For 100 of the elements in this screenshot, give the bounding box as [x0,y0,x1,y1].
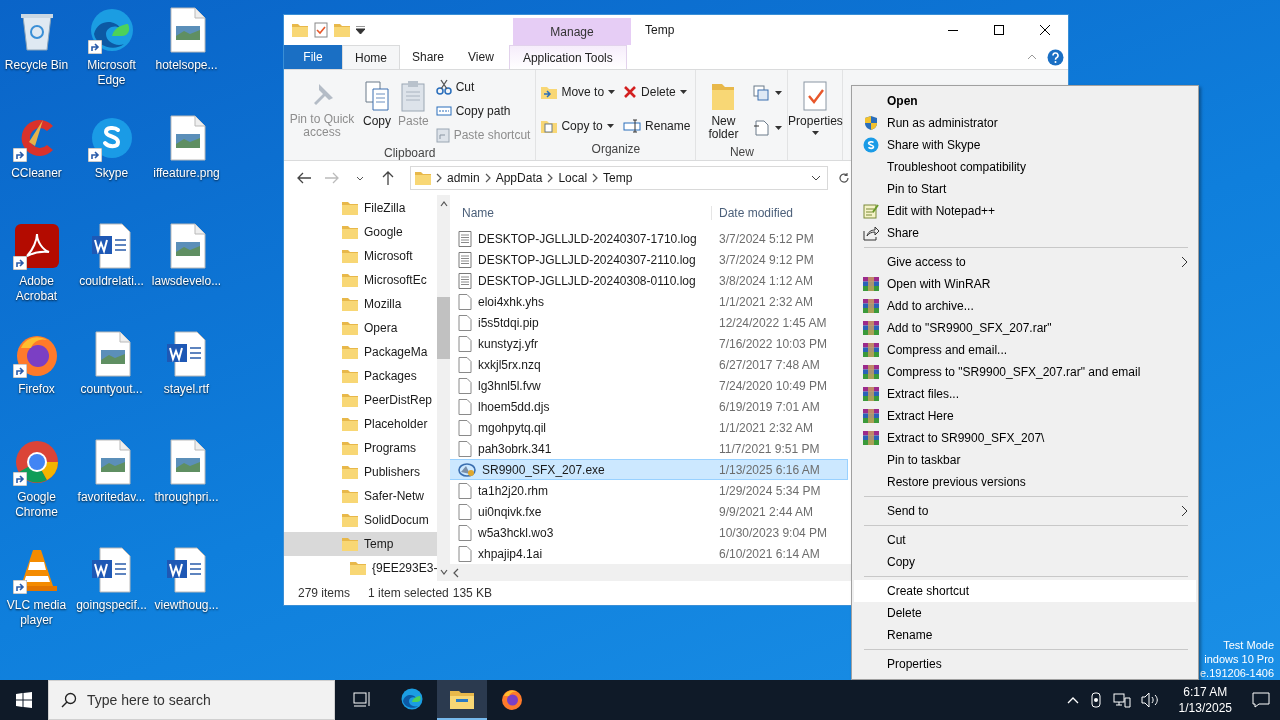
desktop-icon-label[interactable]: stayel.rtf [149,382,224,397]
file-row[interactable]: lg3hnl5l.fvw 7/24/2020 10:49 PM [448,375,848,397]
ribbon-button[interactable]: Copy [360,76,394,132]
nav-item[interactable]: FileZilla [284,196,438,220]
desktop-icon-label[interactable]: Skype [74,166,149,181]
menu-item[interactable]: Copy [854,551,1196,573]
menu-item[interactable]: Rename [854,624,1196,646]
ribbon-tab[interactable]: Home [342,45,400,69]
nav-item[interactable]: Google [284,220,438,244]
menu-item[interactable]: Open [854,90,1196,112]
desktop-icon-label[interactable]: Google Chrome [0,490,74,520]
breadcrumb[interactable]: admin [443,171,484,185]
ribbon-tab[interactable]: File [284,45,342,69]
file-row[interactable]: SR9900_SFX_207.exe 1/13/2025 6:16 AM [448,459,848,481]
desktop-icon-label[interactable]: hotelsope... [149,58,224,73]
nav-item[interactable]: Safer-Netw [284,484,438,508]
menu-item[interactable]: Share [854,222,1196,244]
nav-item[interactable]: Microsoft [284,244,438,268]
desktop-icon-label[interactable]: countyout... [74,382,149,397]
menu-item[interactable]: Restore previous versions [854,471,1196,493]
nav-item[interactable]: {9EE293E3- [284,556,438,580]
menu-item[interactable]: Troubleshoot compatibility [854,156,1196,178]
ribbon-button[interactable]: Copy path [432,100,534,122]
menu-item[interactable]: Open with WinRAR [854,273,1196,295]
status-item-count: 279 items [298,586,351,600]
menu-item[interactable]: Add to archive... [854,295,1196,317]
nav-item[interactable]: Placeholder [284,412,438,436]
nav-item[interactable]: PeerDistRep [284,388,438,412]
desktop-icon-label[interactable]: Firefox [0,382,74,397]
desktop-icon-label[interactable]: Recycle Bin [0,58,74,73]
file-row[interactable]: w5a3hckl.wo3 10/30/2023 9:04 PM [448,522,848,544]
menu-item[interactable]: Extract files... [854,383,1196,405]
file-row[interactable]: eloi4xhk.yhs 1/1/2021 2:32 AM [448,291,848,313]
menu-item[interactable]: Compress and email... [854,339,1196,361]
menu-item[interactable]: Pin to taskbar [854,449,1196,471]
search-field[interactable]: Type here to search [48,680,335,720]
menu-item[interactable]: Edit with Notepad++ [854,200,1196,222]
desktop-icon-label[interactable]: VLC media player [0,598,74,628]
menu-item[interactable]: Compress to "SR9900_SFX_207.rar" and email [854,361,1196,383]
nav-item[interactable]: SolidDocum [284,508,438,532]
menu-item[interactable]: Create shortcut [854,580,1196,602]
menu-item[interactable]: Add to "SR9900_SFX_207.rar" [854,317,1196,339]
desktop-icon-label[interactable]: favoritedav... [74,490,149,505]
menu-item[interactable]: Extract to SR9900_SFX_207\ [854,427,1196,449]
desktop-icon-label[interactable]: Adobe Acrobat [0,274,74,304]
breadcrumb[interactable]: Temp [599,171,637,185]
menu-item[interactable]: Properties [854,653,1196,675]
menu-item[interactable]: Cut [854,529,1196,551]
nav-item[interactable]: PackageMa [284,340,438,364]
desktop-icon-label[interactable]: CCleaner [0,166,74,181]
ribbon-button[interactable]: Copy to [538,115,619,137]
nav-item[interactable]: Opera [284,316,438,340]
address-bar[interactable]: admin AppData Local Temp [410,166,828,190]
desktop-icon-label[interactable]: lawsdevelo... [149,274,224,289]
menu-item[interactable]: Send to [854,500,1196,522]
file-row[interactable]: xhpajip4.1ai 6/10/2021 6:14 AM [448,543,848,565]
ribbon-button[interactable]: Move to [538,81,619,103]
desktop-icon-label[interactable]: goingspecif... [74,598,149,613]
breadcrumb[interactable]: Local [554,171,592,185]
file-row[interactable]: kunstyzj.yfr 7/16/2022 10:03 PM [448,333,848,355]
desktop-icon-label[interactable]: couldrelati... [74,274,149,289]
nav-item[interactable]: Programs [284,436,438,460]
nav-item[interactable]: Publishers [284,460,438,484]
file-row[interactable]: ta1h2j20.rhm 1/29/2024 5:34 PM [448,480,848,502]
menu-item[interactable]: Give access to [854,251,1196,273]
desktop-icon-label[interactable]: throughpri... [149,490,224,505]
file-row[interactable]: DESKTOP-JGLLJLD-20240308-0110.log 3/8/2024 1:12 AM [448,270,848,292]
file-row[interactable]: i5s5tdqi.pip 12/24/2022 1:45 AM [448,312,848,334]
ribbon-tab[interactable]: Application Tools [508,45,627,69]
menu-item[interactable]: Delete [854,602,1196,624]
ribbon-button[interactable]: Rename [620,115,694,137]
nav-item[interactable]: Mozilla [284,292,438,316]
menu-item[interactable]: Pin to Start [854,178,1196,200]
menu-item[interactable]: Run as administrator [854,112,1196,134]
desktop-icon-label[interactable]: iffeature.png [149,166,224,181]
column-header[interactable]: Date modified [712,206,794,221]
breadcrumb[interactable]: AppData [491,171,547,185]
ribbon-button[interactable]: New folder [698,76,749,145]
menu-item[interactable]: Extract Here [854,405,1196,427]
file-row[interactable]: kxkjl5rx.nzq 6/27/2017 7:48 AM [448,354,848,376]
file-row[interactable]: lhoem5dd.djs 6/19/2019 7:01 AM [448,396,848,418]
ribbon-tab[interactable]: View [456,45,506,69]
desktop-icon-label[interactable]: Microsoft Edge [74,58,149,88]
ribbon-button[interactable]: Properties [790,76,841,139]
file-name: DESKTOP-JGLLJLD-20240307-2110.log [478,252,696,267]
ribbon-button[interactable]: Cut [432,76,534,98]
ribbon-button[interactable]: Delete [620,81,694,103]
menu-item[interactable]: Share with Skype [854,134,1196,156]
ribbon-tab[interactable]: Share [400,45,457,69]
nav-item[interactable]: Temp [284,532,438,556]
file-row[interactable]: DESKTOP-JGLLJLD-20240307-1710.log 3/7/2024 5:12 PM [448,228,848,250]
clock[interactable]: 6:17 AM 1/13/2025 [1168,684,1242,716]
file-row[interactable]: DESKTOP-JGLLJLD-20240307-2110.log 3/7/2024 9:12 PM [448,249,848,271]
nav-item[interactable]: MicrosoftEc [284,268,438,292]
nav-item[interactable]: Packages [284,364,438,388]
column-header[interactable]: Name [448,206,712,221]
file-row[interactable]: pah3obrk.341 11/7/2021 9:51 PM [448,438,848,460]
file-row[interactable]: ui0nqivk.fxe 9/9/2021 2:44 AM [448,501,848,523]
file-row[interactable]: mgohpytq.qil 1/1/2021 2:32 AM [448,417,848,439]
desktop-icon-label[interactable]: viewthoug... [149,598,224,613]
